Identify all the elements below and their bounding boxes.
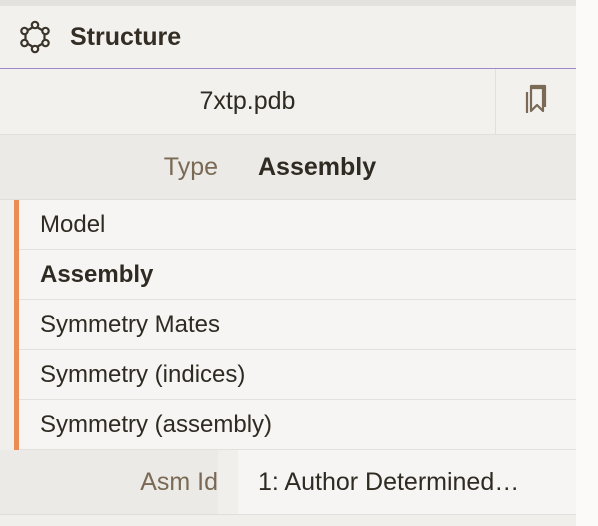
type-label: Type	[163, 152, 218, 181]
type-options-list: Model Assembly Symmetry Mates Symmetry (…	[14, 200, 576, 450]
scroll-area-edge	[576, 0, 598, 526]
bookmark-button[interactable]	[496, 69, 576, 134]
type-option-assembly[interactable]: Assembly	[19, 250, 576, 300]
panel-title: Structure	[70, 22, 182, 51]
asm-id-label: Asm Id	[0, 450, 218, 514]
file-row: 7xtp.pdb	[0, 69, 576, 135]
panel-header[interactable]: Structure	[0, 6, 576, 69]
asm-id-row: Asm Id 1: Author Determined…	[0, 450, 576, 515]
type-option-model[interactable]: Model	[19, 200, 576, 250]
structure-panel: Structure 7xtp.pdb Type Assembly Model A…	[0, 0, 576, 526]
asm-id-select[interactable]: 1: Author Determined…	[238, 450, 576, 514]
structure-icon	[18, 20, 52, 54]
type-select[interactable]: Type Assembly	[0, 135, 576, 200]
structure-file-name[interactable]: 7xtp.pdb	[0, 69, 496, 134]
bookmarks-icon	[521, 83, 551, 120]
type-option-symmetry-mates[interactable]: Symmetry Mates	[19, 300, 576, 350]
type-option-symmetry-indices[interactable]: Symmetry (indices)	[19, 350, 576, 400]
type-option-symmetry-assembly[interactable]: Symmetry (assembly)	[19, 400, 576, 450]
type-value: Assembly	[258, 152, 377, 181]
